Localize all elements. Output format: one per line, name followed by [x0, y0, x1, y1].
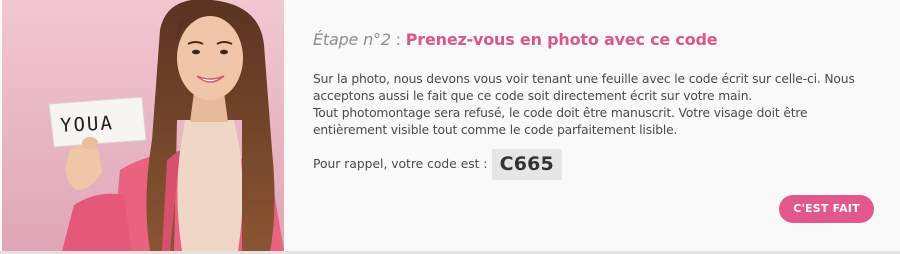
example-photo-illustration: YOUA: [2, 0, 284, 251]
step-heading: Étape n°2 : Prenez-vous en photo avec ce…: [313, 30, 718, 49]
step-title: Prenez-vous en photo avec ce code: [405, 30, 718, 49]
instructions-paragraph-2: Tout photomontage sera refusé, le code d…: [313, 106, 808, 137]
example-photo: YOUA: [2, 0, 284, 251]
code-reminder: Pour rappel, votre code est : C665: [313, 148, 562, 180]
step-number: Étape n°2: [313, 30, 391, 49]
step-separator: :: [390, 30, 406, 49]
code-reminder-label: Pour rappel, votre code est :: [313, 157, 488, 171]
sign-text: YOUA: [60, 112, 115, 137]
instructions-text: Sur la photo, nous devons vous voir tena…: [313, 71, 883, 139]
photo-step-card: YOUA Étape n°2 : Prenez-vous en photo av…: [0, 0, 900, 254]
verification-code: C665: [491, 148, 562, 180]
instructions-paragraph-1: Sur la photo, nous devons vous voir tena…: [313, 72, 855, 103]
done-button[interactable]: C'EST FAIT: [779, 195, 874, 223]
